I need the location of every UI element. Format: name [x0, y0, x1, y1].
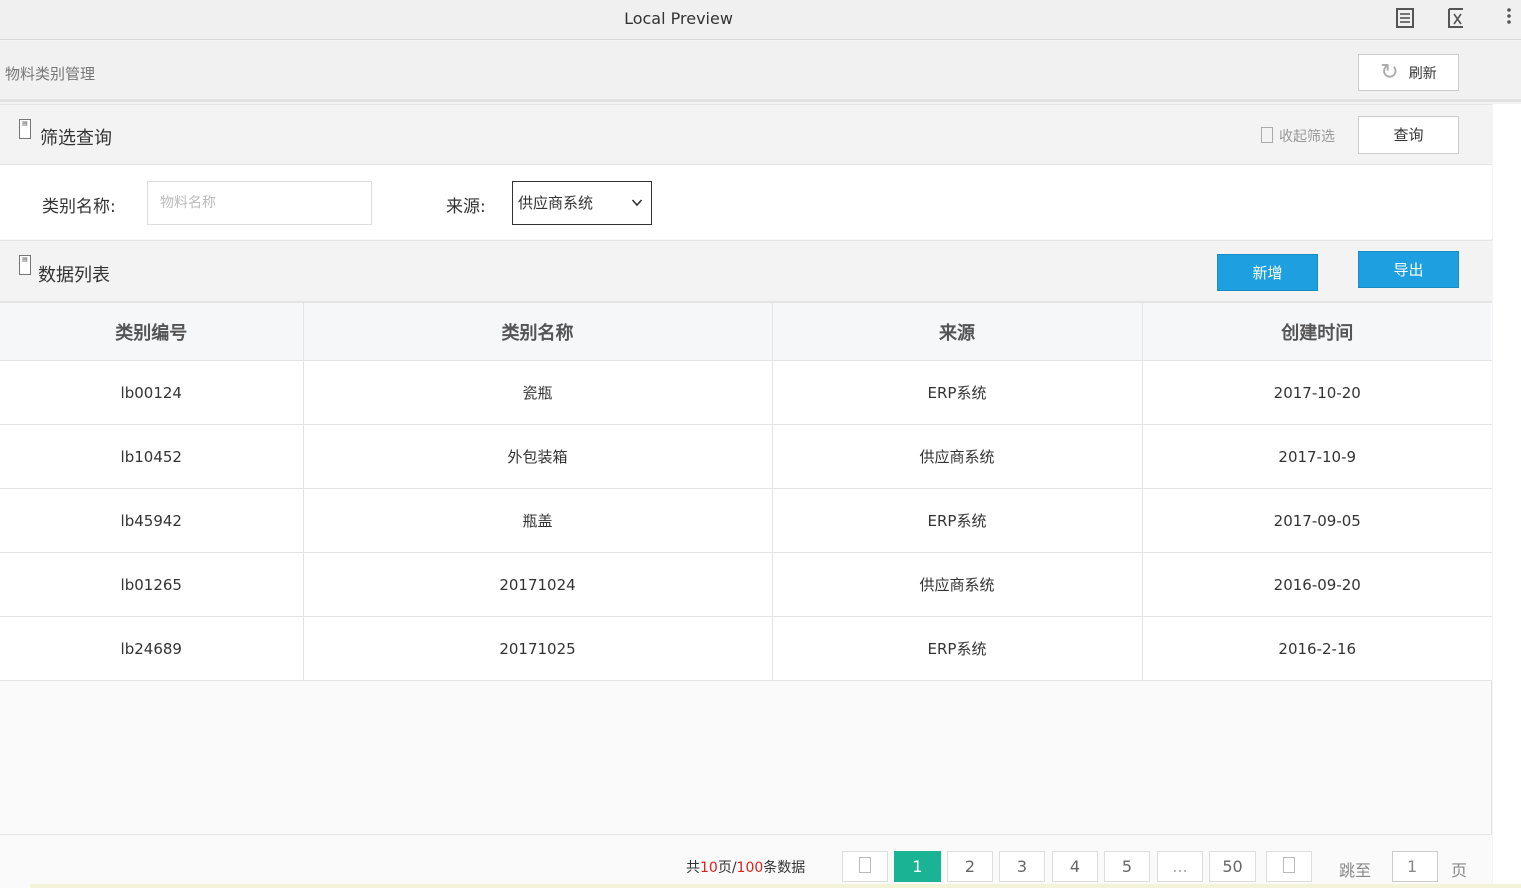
cell-category-name: 瓷瓶 — [303, 360, 773, 425]
summary-prefix: 共 — [686, 860, 700, 876]
variable-icon[interactable] — [1445, 7, 1467, 31]
refresh-button-label: 刷新 — [1408, 65, 1437, 82]
bottom-strip — [30, 884, 1521, 888]
cell-category-name: 瓶盖 — [303, 488, 773, 553]
page-button[interactable]: 5 — [1104, 851, 1150, 882]
source-select[interactable]: 供应商系统 — [512, 181, 652, 225]
table-row[interactable]: lb01265 20171024 供应商系统 2016-09-20 — [0, 552, 1492, 617]
cell-category-code: lb24689 — [0, 616, 304, 681]
chevron-down-icon — [631, 182, 643, 241]
page-button[interactable]: 2 — [947, 851, 993, 882]
cell-created-time: 2017-09-05 — [1142, 488, 1492, 553]
cell-source: ERP系统 — [772, 616, 1143, 681]
cell-created-time: 2017-10-9 — [1142, 424, 1492, 489]
window-titlebar: Local Preview — [0, 0, 1521, 40]
table-row[interactable]: lb45942 瓶盖 ERP系统 2017-09-05 — [0, 488, 1492, 553]
source-select-value: 供应商系统 — [518, 194, 594, 212]
collapse-filter-link[interactable]: 收起筛选 — [1261, 126, 1335, 146]
next-page-button[interactable] — [1266, 851, 1312, 882]
column-header-category-code[interactable]: 类别编号 — [0, 302, 304, 361]
cell-created-time: 2016-2-16 — [1142, 616, 1492, 681]
cell-category-name: 外包装箱 — [303, 424, 773, 489]
refresh-button[interactable]: ↻ 刷新 — [1358, 54, 1459, 91]
cell-category-code: lb45942 — [0, 488, 304, 553]
cell-category-name: 20171025 — [303, 616, 773, 681]
page-button[interactable]: 3 — [999, 851, 1045, 882]
column-header-category-name[interactable]: 类别名称 — [303, 302, 773, 361]
page-button-current[interactable]: 1 — [894, 851, 941, 882]
total-records: 100 — [736, 860, 764, 876]
table-header-row: 类别编号 类别名称 来源 创建时间 — [0, 302, 1492, 361]
scrollbar-track[interactable] — [1493, 104, 1521, 888]
cell-created-time: 2016-09-20 — [1142, 552, 1492, 617]
total-pages: 10 — [700, 860, 718, 876]
query-button[interactable]: 查询 — [1358, 116, 1459, 154]
cell-category-code: lb00124 — [0, 360, 304, 425]
more-menu-icon[interactable] — [1499, 7, 1519, 31]
collapse-filter-label: 收起筛选 — [1279, 129, 1335, 145]
pagination-summary: 共10页/100条数据 — [686, 857, 805, 877]
next-page-icon — [1283, 857, 1295, 873]
cell-category-code: lb10452 — [0, 424, 304, 489]
page-header: 物料类别管理 ↻ 刷新 — [0, 41, 1521, 102]
column-header-source[interactable]: 来源 — [772, 302, 1143, 361]
page-unit-label: 页 — [1451, 861, 1468, 880]
jump-page-input[interactable]: 1 — [1392, 851, 1438, 882]
data-table: 类别编号 类别名称 来源 创建时间 lb00124 瓷瓶 ERP系统 2017-… — [0, 302, 1492, 681]
column-header-created-time[interactable]: 创建时间 — [1142, 302, 1492, 361]
list-section-title: 数据列表 — [38, 265, 110, 286]
cell-category-name: 20171024 — [303, 552, 773, 617]
summary-mid: 页/ — [717, 860, 737, 876]
filter-section-title: 筛选查询 — [40, 128, 112, 149]
page-button[interactable]: 4 — [1052, 851, 1098, 882]
table-row[interactable]: lb24689 20171025 ERP系统 2016-2-16 — [0, 616, 1492, 681]
list-section-icon: ▤ — [19, 255, 31, 275]
prev-page-button[interactable] — [842, 851, 888, 882]
add-button[interactable]: 新增 — [1217, 254, 1318, 291]
cell-source: 供应商系统 — [772, 552, 1143, 617]
cell-source: 供应商系统 — [772, 424, 1143, 489]
cell-source: ERP系统 — [772, 360, 1143, 425]
cell-category-code: lb01265 — [0, 552, 304, 617]
page-title: 物料类别管理 — [5, 65, 96, 83]
document-icon[interactable] — [1394, 7, 1416, 31]
export-button[interactable]: 导出 — [1358, 251, 1459, 288]
prev-page-icon — [859, 857, 871, 873]
cell-source: ERP系统 — [772, 488, 1143, 553]
category-name-input[interactable]: 物料名称 — [147, 181, 372, 225]
table-row[interactable]: lb00124 瓷瓶 ERP系统 2017-10-20 — [0, 360, 1492, 425]
page-button[interactable]: 50 — [1209, 851, 1256, 882]
jump-to-label: 跳至 — [1339, 861, 1372, 880]
table-row[interactable]: lb10452 外包装箱 供应商系统 2017-10-9 — [0, 424, 1492, 489]
window-title: Local Preview — [624, 9, 733, 28]
source-label: 来源: — [446, 197, 486, 217]
cell-created-time: 2017-10-20 — [1142, 360, 1492, 425]
refresh-icon: ↻ — [1380, 59, 1399, 85]
filter-section-icon: ▤ — [19, 119, 31, 139]
summary-suffix: 条数据 — [763, 860, 806, 876]
collapse-icon — [1261, 127, 1273, 143]
page-ellipsis: ... — [1157, 851, 1203, 882]
category-name-label: 类别名称: — [42, 197, 116, 217]
